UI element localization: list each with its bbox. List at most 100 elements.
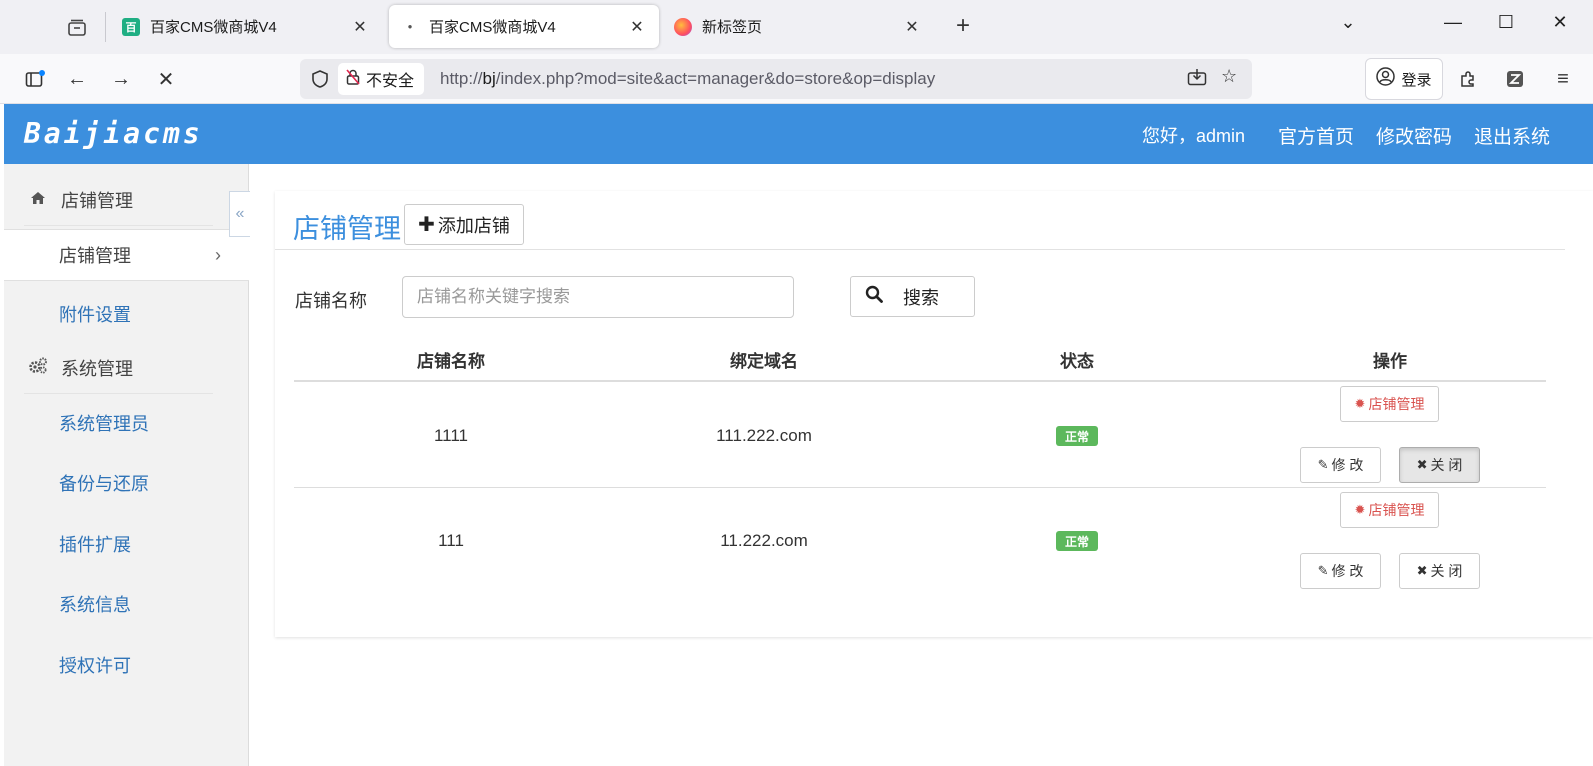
tab-title: 新标签页 bbox=[702, 19, 763, 36]
domain-cell: 111.222.com bbox=[716, 426, 812, 445]
extensions-puzzle-icon[interactable] bbox=[1453, 64, 1483, 94]
tab-close-icon[interactable]: ✕ bbox=[902, 17, 922, 37]
browser-tab-1[interactable]: 百 百家CMS微商城V4 ✕ bbox=[110, 5, 382, 48]
main-panel: 店铺管理 ✚ 添加店铺 店铺名称 搜索 店铺名称 绑定域名 状态 操作 1111… bbox=[275, 191, 1593, 637]
tab-title: 百家CMS微商城V4 bbox=[429, 19, 556, 36]
sidebar-item-label: 店铺管理 bbox=[59, 246, 131, 266]
save-page-icon[interactable] bbox=[1187, 68, 1207, 91]
gear-icon: ✹ bbox=[1354, 502, 1366, 517]
section-label: 系统管理 bbox=[61, 359, 133, 379]
window-close-icon[interactable]: ✕ bbox=[1545, 12, 1575, 33]
search-button[interactable]: 搜索 bbox=[850, 276, 975, 317]
baijiacms-logo[interactable]: Baijiacms bbox=[24, 117, 203, 150]
chevron-right-icon: › bbox=[215, 244, 221, 265]
close-x-icon: ✖ bbox=[1416, 457, 1428, 472]
home-icon bbox=[27, 190, 49, 210]
section-divider bbox=[24, 393, 213, 394]
tab-close-icon[interactable]: ✕ bbox=[350, 17, 370, 37]
column-header-domain: 绑定域名 bbox=[730, 352, 798, 371]
new-tab-icon[interactable]: + bbox=[948, 12, 978, 40]
greeting-text: 您好，admin bbox=[1142, 126, 1246, 146]
tab-list-icon[interactable] bbox=[60, 12, 94, 44]
title-divider bbox=[275, 249, 1565, 250]
gear-icon: ✹ bbox=[1354, 396, 1366, 411]
store-manage-button[interactable]: ✹ 店铺管理 bbox=[1340, 492, 1439, 528]
stop-loading-icon[interactable]: ✕ bbox=[151, 64, 181, 94]
sidebar-item-label: 插件扩展 bbox=[59, 535, 131, 555]
search-button-label: 搜索 bbox=[903, 287, 939, 308]
close-label: 关 闭 bbox=[1430, 457, 1463, 473]
tab-title: 百家CMS微商城V4 bbox=[150, 19, 277, 36]
table-header-divider bbox=[294, 380, 1546, 382]
sidebar-section-store[interactable]: 店铺管理 bbox=[4, 174, 249, 226]
tracking-shield-icon[interactable] bbox=[308, 67, 332, 91]
search-icon bbox=[865, 285, 883, 308]
change-password-link[interactable]: 修改密码 bbox=[1376, 122, 1452, 149]
login-label: 登录 bbox=[1401, 71, 1432, 89]
cogs-icon bbox=[27, 357, 49, 379]
sidebar-item-license[interactable]: 授权许可 bbox=[4, 639, 249, 691]
row-divider bbox=[294, 487, 1546, 488]
search-label: 店铺名称 bbox=[295, 291, 367, 311]
sidebar-item-plugins[interactable]: 插件扩展 bbox=[4, 518, 249, 570]
sidebar-item-attachment-settings[interactable]: 附件设置 bbox=[4, 288, 249, 340]
sidebar-item-store-manage[interactable]: 店铺管理 › bbox=[4, 229, 249, 281]
back-arrow-icon[interactable]: ← bbox=[62, 64, 92, 94]
insecure-label: 不安全 bbox=[366, 73, 415, 90]
section-divider bbox=[24, 225, 213, 226]
browser-tab-3[interactable]: 新标签页 ✕ bbox=[662, 5, 934, 48]
sidebar-item-backup-restore[interactable]: 备份与还原 bbox=[4, 457, 249, 509]
tab-separator bbox=[105, 12, 106, 42]
bookmark-star-icon[interactable]: ☆ bbox=[1221, 66, 1237, 87]
app-menu-icon[interactable]: ≡ bbox=[1548, 64, 1578, 94]
close-store-button[interactable]: ✖ 关 闭 bbox=[1399, 553, 1480, 589]
url-text[interactable]: http://bj/index.php?mod=site&act=manager… bbox=[440, 69, 935, 89]
firefox-favicon-icon bbox=[674, 17, 692, 36]
tab-overflow-chevron-icon[interactable]: ⌄ bbox=[1333, 12, 1363, 33]
browser-tab-bar: 百 百家CMS微商城V4 ✕ ● 百家CMS微商城V4 ✕ 新标签页 ✕ + ⌄… bbox=[0, 0, 1593, 54]
section-label: 店铺管理 bbox=[61, 191, 133, 211]
baijia-favicon-icon: 百 bbox=[122, 17, 140, 36]
pencil-icon: ✎ bbox=[1317, 457, 1329, 472]
loading-favicon-icon: ● bbox=[407, 22, 413, 31]
edit-button[interactable]: ✎ 修 改 bbox=[1300, 553, 1381, 589]
sidebar-item-label: 授权许可 bbox=[59, 656, 131, 676]
add-store-button[interactable]: ✚ 添加店铺 bbox=[404, 204, 524, 245]
store-search-input[interactable] bbox=[402, 276, 794, 318]
logout-link[interactable]: 退出系统 bbox=[1474, 122, 1550, 149]
minimize-icon[interactable]: — bbox=[1438, 12, 1468, 33]
status-badge: 正常 bbox=[1056, 426, 1098, 446]
pencil-icon: ✎ bbox=[1317, 563, 1329, 578]
sidebar-collapse-icon[interactable]: « bbox=[229, 191, 250, 237]
sidebar-item-system-admins[interactable]: 系统管理员 bbox=[4, 397, 249, 449]
sidebar-item-label: 附件设置 bbox=[59, 305, 131, 325]
status-badge: 正常 bbox=[1056, 531, 1098, 551]
close-store-button[interactable]: ✖ 关 闭 bbox=[1399, 447, 1480, 483]
store-manage-button[interactable]: ✹ 店铺管理 bbox=[1340, 386, 1439, 422]
address-bar[interactable]: 不安全 http://bj/index.php?mod=site&act=man… bbox=[300, 59, 1252, 99]
sidebar-section-system[interactable]: 系统管理 bbox=[4, 342, 249, 394]
app-header: Baijiacms 您好，admin 官方首页 修改密码 退出系统 bbox=[4, 104, 1593, 164]
browser-nav-bar: ← → ✕ 不安全 http://bj/index.php?mod=site&a… bbox=[0, 54, 1593, 104]
zotero-extension-icon[interactable] bbox=[1500, 64, 1530, 94]
column-header-store-name: 店铺名称 bbox=[417, 352, 485, 371]
browser-tab-2[interactable]: ● 百家CMS微商城V4 ✕ bbox=[389, 5, 659, 48]
insecure-connection-badge[interactable]: 不安全 bbox=[338, 63, 425, 95]
tab-close-icon[interactable]: ✕ bbox=[627, 17, 647, 37]
domain-cell: 11.222.com bbox=[720, 531, 808, 550]
url-host: bj bbox=[482, 69, 496, 88]
edit-button[interactable]: ✎ 修 改 bbox=[1300, 447, 1381, 483]
store-name-cell: 1111 bbox=[433, 426, 469, 445]
account-login-button[interactable]: 登录 bbox=[1365, 58, 1443, 100]
sidebar: 店铺管理 店铺管理 › 附件设置 系统管理 系统管理员 备份与还原 插件扩展 系… bbox=[4, 164, 249, 766]
official-home-link[interactable]: 官方首页 bbox=[1278, 122, 1354, 149]
insecure-lock-icon bbox=[346, 69, 360, 89]
sidebar-toggle-icon[interactable] bbox=[20, 64, 50, 94]
forward-arrow-icon[interactable]: → bbox=[106, 64, 136, 94]
maximize-icon[interactable]: ☐ bbox=[1491, 12, 1521, 33]
add-store-label: 添加店铺 bbox=[437, 215, 510, 236]
sidebar-item-system-info[interactable]: 系统信息 bbox=[4, 578, 249, 630]
close-label: 关 闭 bbox=[1430, 563, 1463, 579]
account-icon bbox=[1376, 67, 1396, 91]
sidebar-item-label: 系统管理员 bbox=[59, 414, 149, 434]
